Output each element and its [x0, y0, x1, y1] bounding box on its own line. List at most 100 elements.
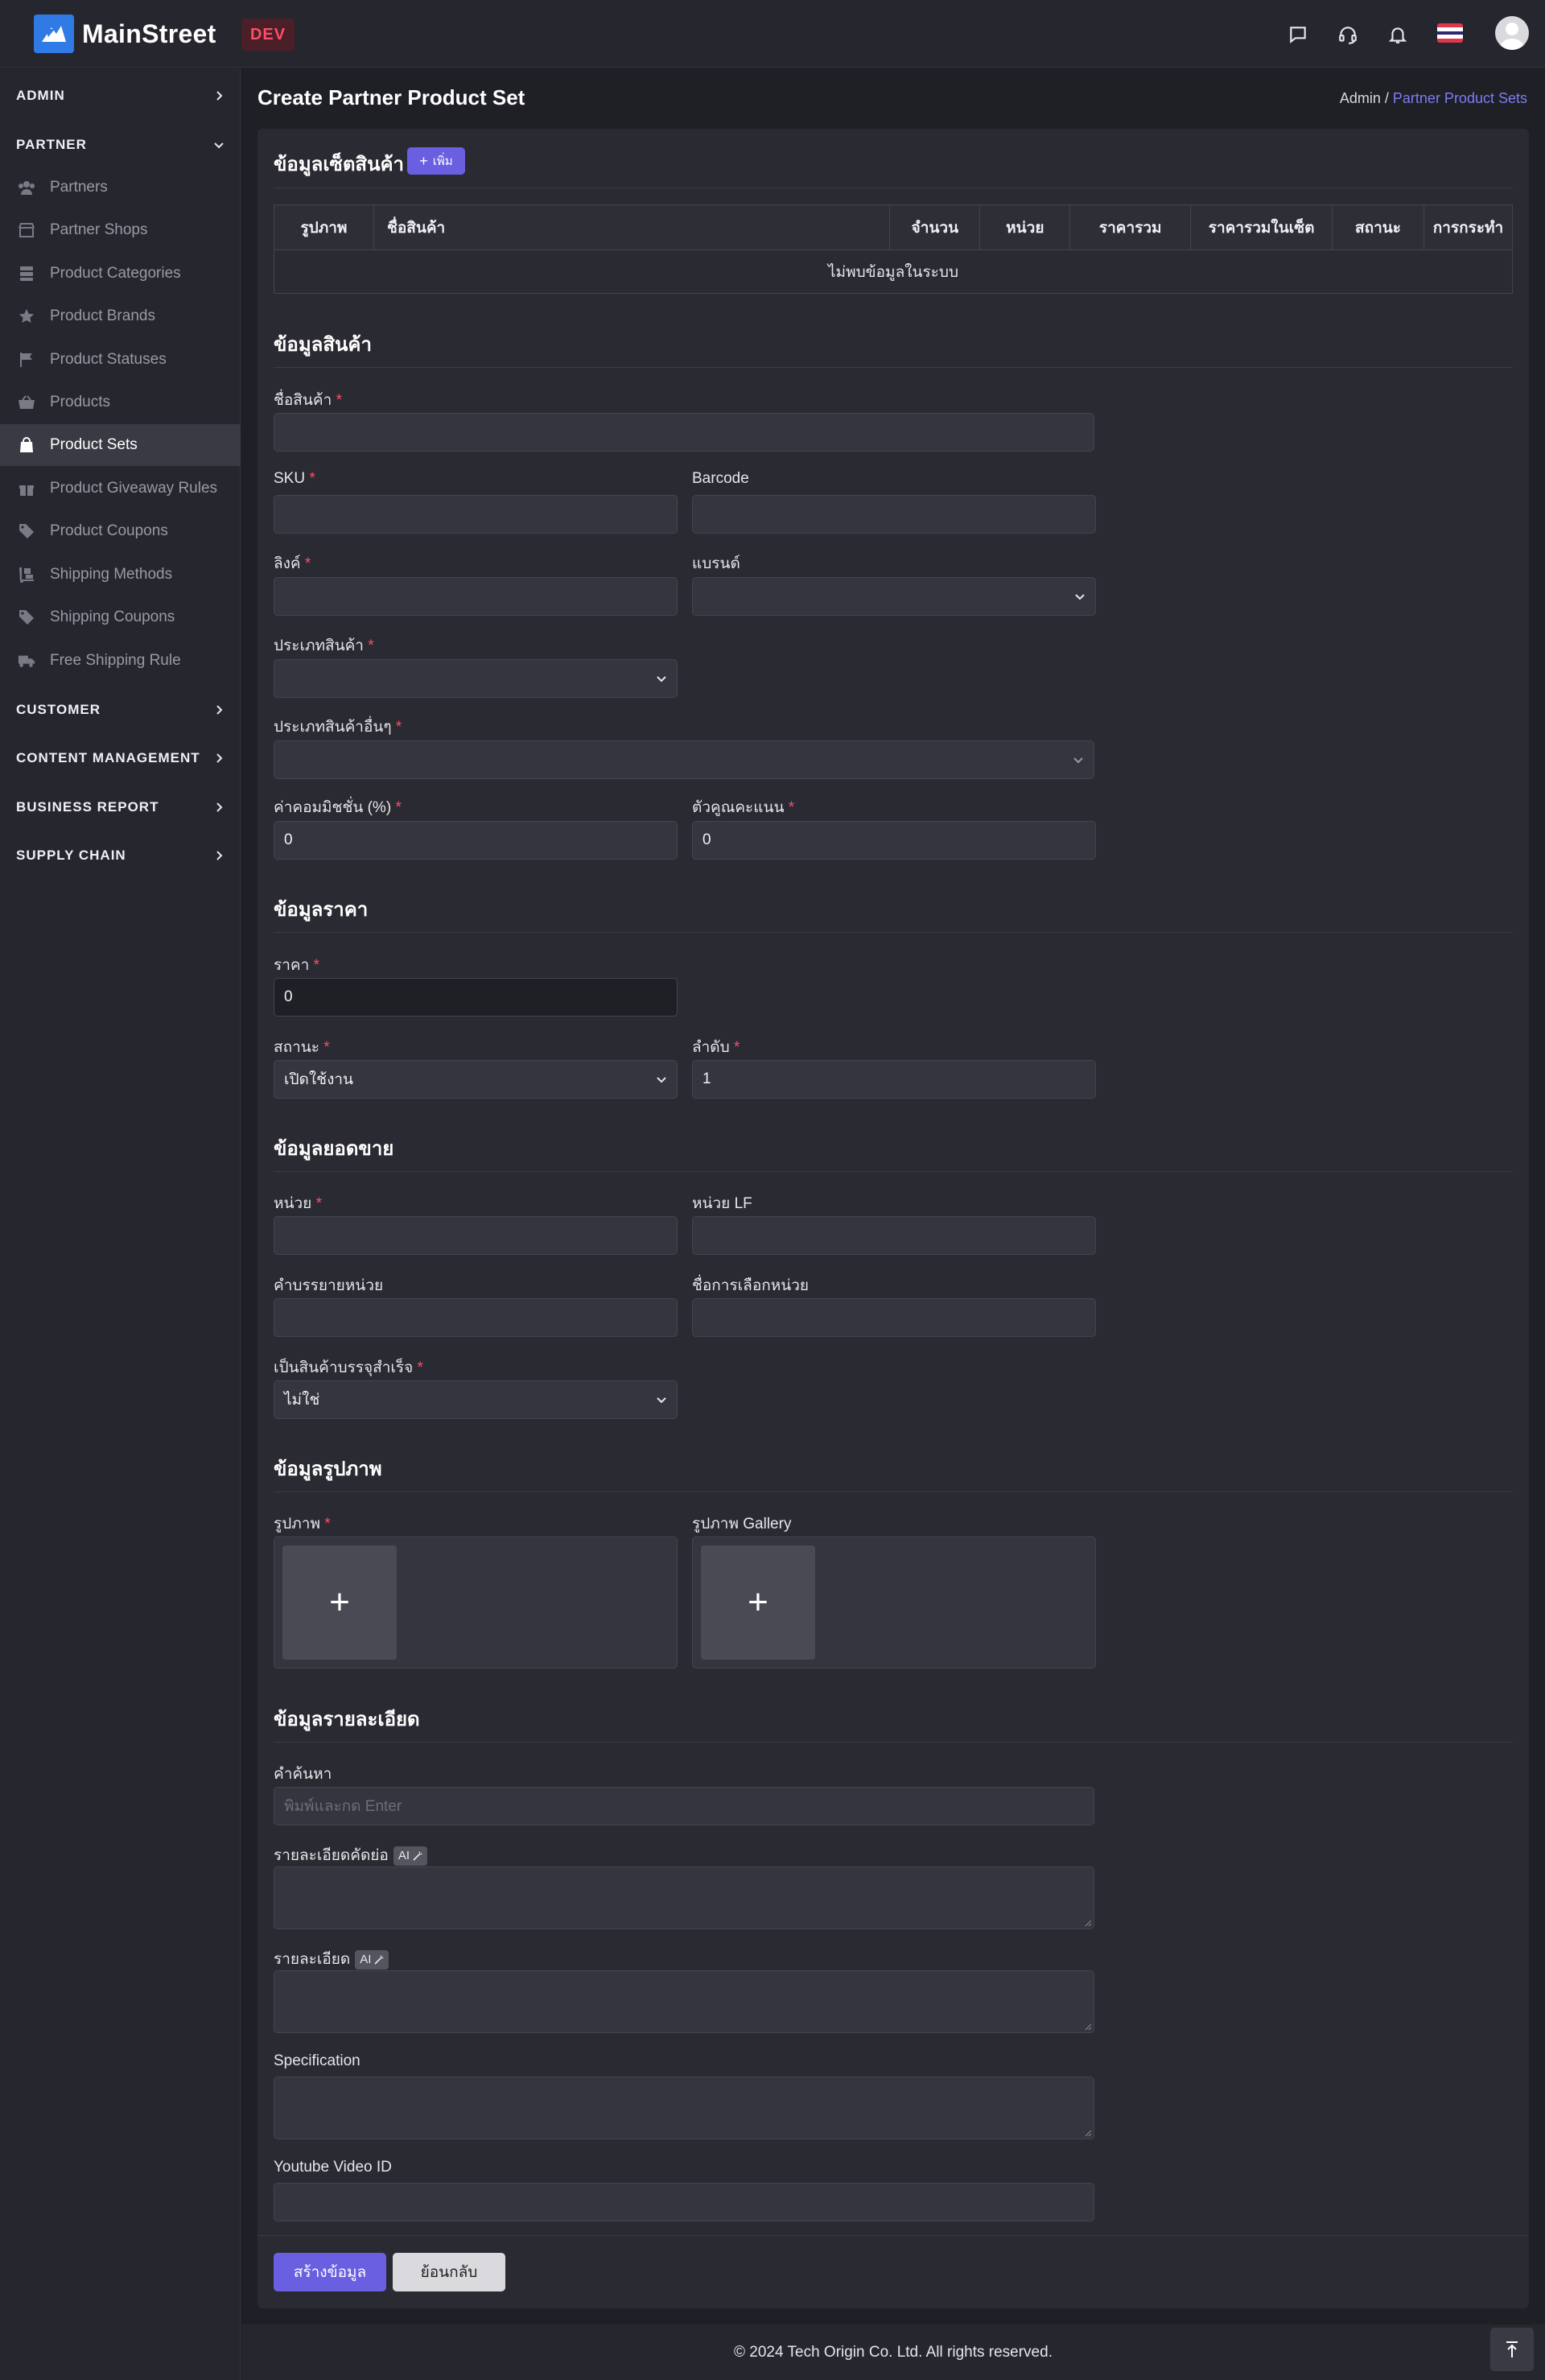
thai-flag-icon[interactable] — [1437, 23, 1463, 43]
brand-label: แบรนด์ — [692, 555, 740, 572]
short-description-textarea[interactable] — [274, 1866, 1094, 1929]
gallery-label: รูปภาพ Gallery — [692, 1516, 792, 1532]
sidebar-item-product-categories[interactable]: Product Categories — [0, 253, 241, 295]
chevron-down-icon — [657, 1397, 666, 1404]
truck-icon — [18, 652, 35, 670]
sidebar-item-product-sets[interactable]: Product Sets — [0, 424, 241, 466]
sidebar-item-label: Partners — [50, 179, 108, 196]
sidebar-item-product-coupons[interactable]: Product Coupons — [0, 510, 241, 552]
ai-generate-button[interactable]: AI — [393, 1846, 428, 1866]
keywords-input[interactable]: พิมพ์และกด Enter — [274, 1787, 1094, 1825]
dolly-icon — [18, 566, 35, 584]
sidebar-group-admin[interactable]: ADMIN — [0, 78, 241, 113]
unit-input[interactable] — [274, 1216, 678, 1255]
sidebar-item-product-giveaway-rules[interactable]: Product Giveaway Rules — [0, 468, 241, 509]
chevron-right-icon — [216, 851, 223, 860]
resize-grip-icon[interactable] — [1084, 1919, 1092, 1927]
sidebar-group-partner[interactable]: PARTNER — [0, 127, 241, 163]
basket-icon — [18, 394, 35, 411]
add-gallery-image-button[interactable]: + — [701, 1545, 815, 1660]
sidebar-item-label: Product Giveaway Rules — [50, 480, 218, 497]
required-marker: * — [304, 555, 311, 572]
sidebar-group-business-report[interactable]: BUSINESS REPORT — [0, 790, 241, 825]
gift-icon — [18, 480, 35, 497]
sidebar-item-label: Shipping Coupons — [50, 608, 175, 625]
column-header: จำนวน — [889, 204, 981, 250]
sidebar-group-content-management[interactable]: CONTENT MANAGEMENT — [0, 740, 241, 776]
sidebar-item-shipping-coupons[interactable]: Shipping Coupons — [0, 596, 241, 638]
sku-input[interactable] — [274, 495, 678, 534]
point-multiplier-input[interactable]: 0 — [692, 821, 1096, 860]
sidebar-item-free-shipping-rule[interactable]: Free Shipping Rule — [0, 640, 241, 682]
other-category-select[interactable] — [274, 740, 1094, 779]
add-image-button[interactable]: + — [282, 1545, 397, 1660]
sidebar-group-label: CONTENT MANAGEMENT — [16, 750, 200, 765]
unit-description-input[interactable] — [274, 1298, 678, 1337]
resize-grip-icon[interactable] — [1084, 2023, 1092, 2031]
section-divider — [274, 932, 1513, 933]
plus-icon: + — [748, 1582, 768, 1622]
unit-lf-input[interactable] — [692, 1216, 1096, 1255]
description-label: รายละเอียด AI — [274, 1947, 389, 1971]
required-marker: * — [324, 1516, 331, 1532]
chevron-down-icon — [657, 676, 666, 683]
sidebar-item-label: Partner Shops — [50, 221, 148, 238]
headset-icon[interactable] — [1334, 21, 1362, 48]
add-item-button[interactable]: + เพิ่ม — [407, 147, 465, 175]
resize-grip-icon[interactable] — [1084, 2129, 1092, 2137]
sidebar-item-partners[interactable]: Partners — [0, 167, 241, 208]
unit-choice-label: ชื่อการเลือกหน่วย — [692, 1277, 810, 1294]
avatar[interactable] — [1495, 16, 1529, 50]
sidebar-item-product-brands[interactable]: Product Brands — [0, 295, 241, 337]
section-title-product-set: ข้อมูลเซ็ตสินค้า — [274, 154, 405, 175]
sidebar-item-products[interactable]: Products — [0, 382, 241, 423]
bag-icon — [18, 436, 35, 454]
unit-choice-input[interactable] — [692, 1298, 1096, 1337]
sidebar-item-label: Products — [50, 394, 110, 410]
breadcrumb-separator: / — [1380, 90, 1393, 106]
category-select[interactable] — [274, 659, 678, 698]
scroll-to-top-button[interactable] — [1490, 2328, 1534, 2371]
chat-icon[interactable] — [1284, 21, 1312, 48]
sidebar-item-partner-shops[interactable]: Partner Shops — [0, 209, 241, 251]
packaged-select[interactable]: ไม่ใช่ — [274, 1380, 678, 1419]
column-header: หน่วย — [979, 204, 1071, 250]
barcode-input[interactable] — [692, 495, 1096, 534]
column-header: สถานะ — [1332, 204, 1424, 250]
description-textarea[interactable] — [274, 1970, 1094, 2033]
sidebar-group-supply-chain[interactable]: SUPPLY CHAIN — [0, 838, 241, 873]
packaged-selected-value: ไม่ใช่ — [284, 1392, 320, 1409]
breadcrumb-current[interactable]: Partner Product Sets — [1393, 90, 1527, 106]
status-select[interactable]: เปิดใช้งาน — [274, 1060, 678, 1099]
price-input[interactable]: 0 — [274, 978, 678, 1017]
required-marker: * — [734, 1039, 740, 1056]
sidebar-group-label: ADMIN — [16, 88, 65, 103]
section-title-price: ข้อมูลราคา — [274, 899, 369, 921]
link-input[interactable] — [274, 577, 678, 616]
chevron-down-icon — [657, 1077, 666, 1083]
specification-textarea[interactable] — [274, 2077, 1094, 2139]
layers-icon — [18, 265, 35, 283]
create-button[interactable]: สร้างข้อมูล — [274, 2253, 386, 2291]
youtube-id-input[interactable] — [274, 2183, 1094, 2221]
breadcrumb-root[interactable]: Admin — [1340, 90, 1381, 106]
bell-icon[interactable] — [1384, 21, 1411, 48]
section-title-images: ข้อมูลรูปภาพ — [274, 1458, 382, 1480]
chevron-right-icon — [216, 753, 223, 763]
sidebar-item-shipping-methods[interactable]: Shipping Methods — [0, 554, 241, 596]
sidebar-group-customer[interactable]: CUSTOMER — [0, 692, 241, 728]
ai-generate-button[interactable]: AI — [355, 1949, 389, 1970]
order-input[interactable]: 1 — [692, 1060, 1096, 1099]
brand-select[interactable] — [692, 577, 1096, 616]
product-name-input[interactable] — [274, 413, 1094, 452]
section-title-sales: ข้อมูลยอดขาย — [274, 1138, 394, 1160]
app-logo[interactable]: MainStreet — [34, 14, 216, 53]
back-button[interactable]: ย้อนกลับ — [393, 2253, 505, 2291]
section-divider — [274, 1171, 1513, 1172]
image-upload: + — [274, 1536, 678, 1668]
sidebar-item-product-statuses[interactable]: Product Statuses — [0, 339, 241, 381]
commission-input[interactable]: 0 — [274, 821, 678, 860]
app-name: MainStreet — [82, 19, 216, 48]
short-description-label: รายละเอียดคัดย่อ AI — [274, 1843, 428, 1867]
required-marker: * — [313, 957, 319, 974]
